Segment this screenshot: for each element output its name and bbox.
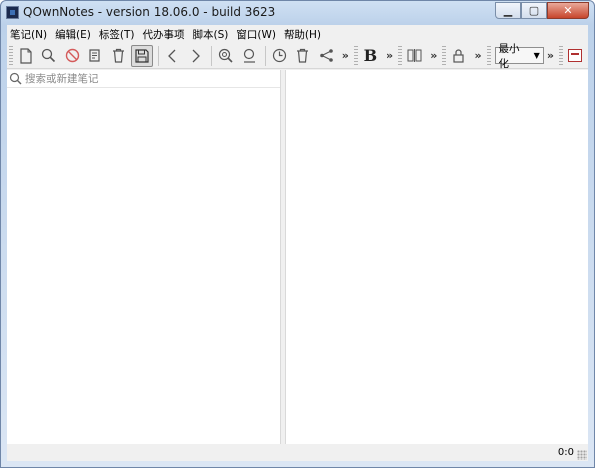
search-icon [9,72,22,85]
menu-help[interactable]: 帮助(H) [281,25,326,42]
menu-scripts[interactable]: 脚本(S) [190,25,234,42]
app-icon[interactable] [6,6,19,19]
find-icon [42,48,56,63]
chevron-down-icon: ▼ [533,51,540,60]
search-in-notes-button[interactable] [215,45,236,67]
distraction-free-button[interactable] [404,45,425,67]
toolbar-separator [157,45,159,66]
no-entry-icon [65,48,79,63]
note-list-pane [7,70,281,444]
forward-button[interactable] [185,45,206,67]
close-button[interactable]: ✕ [547,2,589,19]
panel-toggle-button[interactable] [565,45,586,67]
toolbar-grip[interactable] [398,45,402,66]
new-note-icon [19,47,32,64]
new-note-button[interactable] [15,45,36,67]
bold-button[interactable]: B [360,45,381,67]
menu-note[interactable]: 笔记(N) [7,25,52,42]
minimize-button[interactable]: ▁ [495,2,521,19]
status-bar: 0:0 [7,444,588,461]
trash-icon [297,48,309,63]
workspace-combo[interactable]: 最小化 ▼ [494,43,544,70]
save-button[interactable] [131,44,153,67]
toolbar-overflow-button[interactable]: » [475,49,482,62]
lock-button[interactable] [448,45,469,67]
panel-icon [568,49,583,62]
toolbar-grip[interactable] [558,45,563,66]
find-note-button[interactable] [38,45,59,67]
title-bar[interactable]: QOwnNotes - version 18.06.0 - build 3623… [1,1,594,25]
edit-note-icon [89,49,100,62]
save-icon [135,48,149,63]
menu-window[interactable]: 窗口(W) [233,25,281,42]
menu-todo[interactable]: 代办事项 [140,25,190,42]
toolbar-grip[interactable] [9,45,13,66]
toolbar-overflow-button[interactable]: » [386,49,393,62]
delete-note-button[interactable] [108,45,129,67]
toolbar-grip[interactable] [442,45,447,66]
zoom-search-icon [219,48,233,63]
search-bar [7,70,280,88]
workspace-combo-value: 最小化 [498,42,520,70]
share-icon [319,49,333,62]
trash-button[interactable] [292,45,313,67]
cursor-position: 0:0 [557,447,574,458]
size-grip[interactable] [577,450,587,460]
menu-bar: 笔记(N) 编辑(E) 标签(T) 代办事项 脚本(S) 窗口(W) 帮助(H) [7,25,588,42]
remove-note-button[interactable] [61,45,82,67]
app-window: QOwnNotes - version 18.06.0 - build 3623… [0,0,595,468]
history-button[interactable] [269,45,290,67]
split-view-icon [407,49,422,62]
forward-icon [192,49,200,62]
bold-icon: B [363,46,378,65]
back-button[interactable] [162,45,183,67]
menu-edit[interactable]: 编辑(E) [52,25,96,42]
menu-tags[interactable]: 标签(T) [96,25,140,42]
maximize-button[interactable]: ▢ [521,2,547,19]
lock-icon [453,49,464,63]
toolbar-separator [264,45,266,66]
toolbar-overflow-button[interactable]: » [547,49,554,62]
toolbar-grip[interactable] [353,45,358,66]
search-text-icon [243,48,255,63]
share-button[interactable] [315,45,336,67]
window-controls: ▁ ▢ ✕ [495,2,589,19]
toolbar-separator [211,45,213,66]
toolbar-grip[interactable] [486,45,491,66]
client-area: 笔记(N) 编辑(E) 标签(T) 代办事项 脚本(S) 窗口(W) 帮助(H) [7,25,588,461]
toolbar-overflow-button[interactable]: » [342,49,349,62]
window-title: QOwnNotes - version 18.06.0 - build 3623 [23,5,276,19]
edit-note-button[interactable] [85,45,106,67]
search-input[interactable] [25,72,265,85]
find-in-text-button[interactable] [239,45,260,67]
note-editor-pane[interactable] [285,70,588,444]
trash-icon [113,48,125,63]
history-icon [272,48,287,63]
toolbar-overflow-button[interactable]: » [430,49,437,62]
back-icon [168,49,176,62]
main-toolbar: » B » » » 最小化 ▼ » [7,43,588,70]
